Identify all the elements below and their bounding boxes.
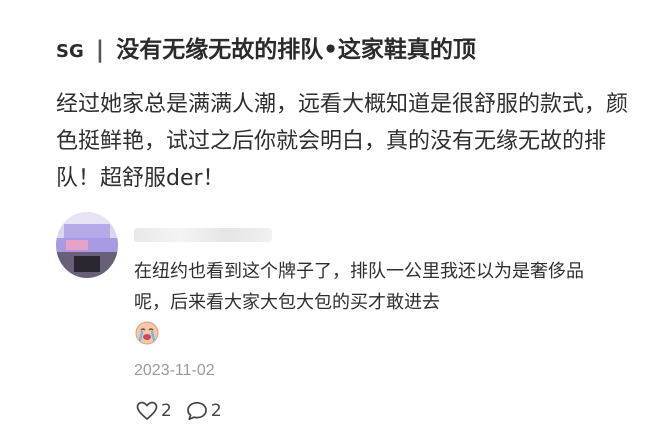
post-title-text: 没有无缘无故的排队•这家鞋真的顶	[116, 37, 476, 63]
post-tag: SG	[56, 41, 84, 62]
like-count: 2	[161, 401, 172, 421]
like-button[interactable]: 2	[136, 401, 172, 421]
comment-bubble-icon	[186, 401, 207, 421]
heart-icon	[136, 401, 158, 420]
commenter-avatar[interactable]	[56, 212, 118, 278]
post-title: SG | 没有无缘无故的排队•这家鞋真的顶	[56, 30, 636, 72]
comment-actions: 2 2	[136, 398, 222, 424]
post-body: 经过她家总是满满人潮，远看大概知道是很舒服的款式，颜色挺鲜艳，试过之后你就会明白…	[56, 92, 629, 191]
comment-date: 2023-11-02	[134, 362, 215, 379]
reply-button[interactable]: 2	[186, 401, 222, 421]
crying-face-emoji-icon	[135, 321, 159, 345]
reply-count: 2	[210, 401, 222, 421]
title-separator: |	[95, 37, 105, 63]
commenter-name-blurred[interactable]	[134, 228, 272, 242]
comment-text: 在纽约也看到这个牌子了，排队一公里我还以为是奢侈品呢，后来看大家大包大包的买才敢…	[134, 261, 584, 313]
